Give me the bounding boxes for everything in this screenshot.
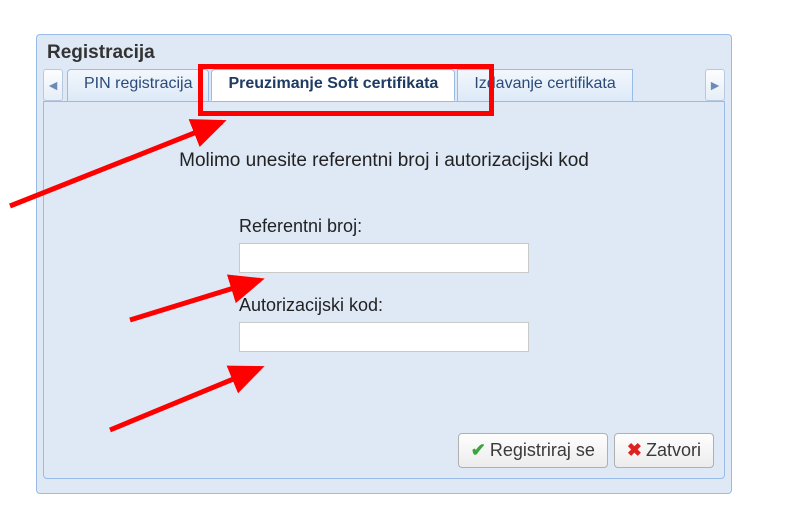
tab-content: Molimo unesite referentni broj i autoriz…: [43, 101, 725, 479]
referentni-broj-input[interactable]: [239, 243, 529, 273]
register-button[interactable]: ✔ Registriraj se: [458, 433, 608, 468]
autorizacijski-kod-input[interactable]: [239, 322, 529, 352]
tab-label: Preuzimanje Soft certifikata: [228, 75, 438, 92]
tab-scroll-left[interactable]: ◄: [43, 69, 63, 101]
field-label: Autorizacijski kod:: [239, 295, 529, 316]
field-label: Referentni broj:: [239, 216, 529, 237]
field-autorizacijski-kod: Autorizacijski kod:: [239, 295, 529, 352]
arrow-left-icon: ◄: [46, 77, 60, 93]
button-label: Registriraj se: [490, 440, 595, 461]
tab-pin-registracija[interactable]: PIN registracija: [67, 69, 209, 101]
instruction-text: Molimo unesite referentni broj i autoriz…: [44, 150, 724, 172]
registration-panel: Registracija ◄ PIN registracija Preuzima…: [36, 34, 732, 494]
x-icon: ✖: [627, 440, 642, 461]
button-bar: ✔ Registriraj se ✖ Zatvori: [458, 433, 714, 468]
field-referentni-broj: Referentni broj:: [239, 216, 529, 273]
tab-label: PIN registracija: [84, 75, 192, 92]
close-button[interactable]: ✖ Zatvori: [614, 433, 714, 468]
tab-bar: ◄ PIN registracija Preuzimanje Soft cert…: [37, 69, 731, 101]
tab-preuzimanje-soft-certifikata[interactable]: Preuzimanje Soft certifikata: [211, 69, 455, 101]
tab-label: Izdavanje certifikata: [474, 75, 615, 92]
arrow-right-icon: ►: [708, 77, 722, 93]
form-area: Referentni broj: Autorizacijski kod:: [44, 216, 724, 352]
tab-scroll-right[interactable]: ►: [705, 69, 725, 101]
tab-izdavanje-certifikata[interactable]: Izdavanje certifikata: [457, 69, 632, 101]
panel-title: Registracija: [37, 35, 731, 69]
button-label: Zatvori: [646, 440, 701, 461]
check-icon: ✔: [471, 440, 486, 461]
tabs-row: PIN registracija Preuzimanje Soft certif…: [67, 69, 701, 101]
